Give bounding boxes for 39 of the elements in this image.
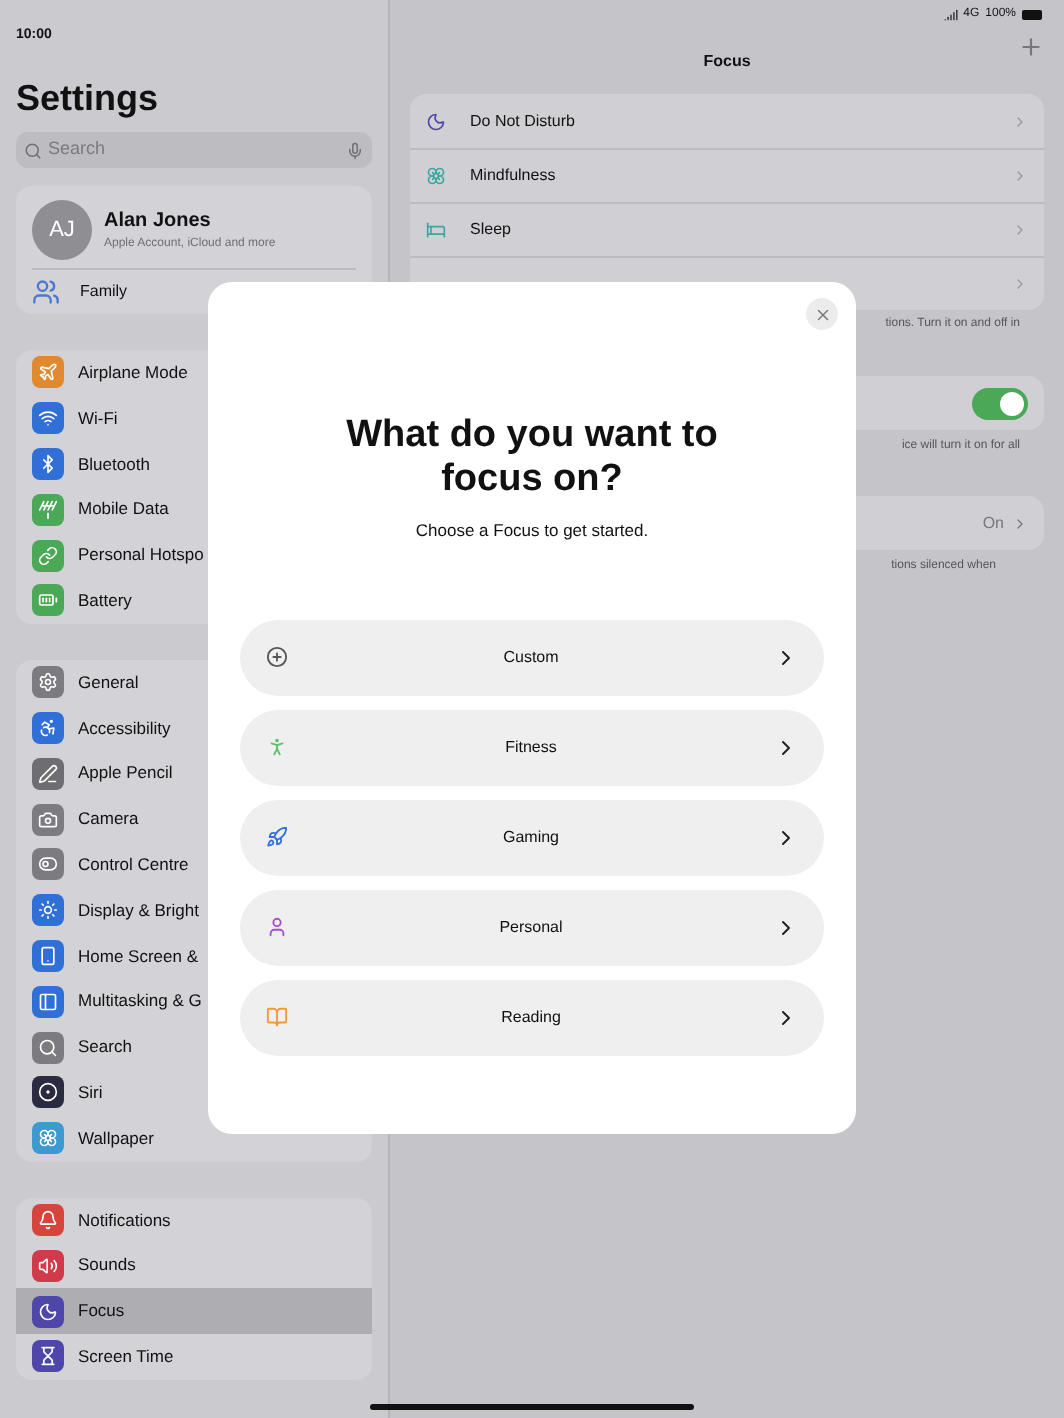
chevron-icon: [1012, 515, 1028, 531]
family-label: Family: [80, 280, 128, 304]
signal-icon: [943, 8, 958, 22]
focus-row[interactable]: Mindfulness: [410, 148, 1044, 202]
avatar: AJ: [32, 200, 92, 260]
search-field[interactable]: Search: [16, 132, 372, 168]
dialog-subtitle: Choose a Focus to get started.: [415, 518, 649, 544]
chevron-icon: [1012, 113, 1028, 129]
focus-option[interactable]: Gaming: [240, 799, 824, 876]
focus-row[interactable]: Sleep: [410, 202, 1044, 256]
add-icon[interactable]: [1018, 34, 1044, 60]
chevron-icon: [1012, 276, 1028, 292]
toggle-switch[interactable]: [972, 387, 1028, 419]
search-input[interactable]: Search: [48, 136, 340, 164]
close-icon: [813, 305, 831, 323]
sidebar-item[interactable]: Focus: [16, 1288, 372, 1334]
chevron-icon: [1012, 168, 1028, 184]
focus-option[interactable]: Custom: [240, 619, 824, 696]
sidebar-item[interactable]: Screen Time: [16, 1333, 372, 1380]
focus-option[interactable]: Fitness: [240, 709, 824, 786]
sidebar-item[interactable]: Sounds: [16, 1242, 372, 1289]
battery-icon: [1022, 10, 1042, 20]
microphone-icon: [346, 141, 364, 159]
focus-row[interactable]: Do Not Disturb: [410, 94, 1044, 148]
family-icon: [32, 278, 60, 306]
close-button[interactable]: [806, 298, 838, 330]
focus-option[interactable]: Reading: [240, 979, 824, 1056]
search-icon: [24, 141, 42, 159]
account-name: Alan Jones: [104, 208, 213, 236]
sidebar-item[interactable]: Battery: [16, 577, 372, 624]
chevron-icon: [1012, 222, 1028, 238]
sidebar-item[interactable]: Notifications: [16, 1197, 372, 1243]
sidebar-item[interactable]: Siri: [16, 1069, 372, 1116]
focus-option[interactable]: Personal: [240, 889, 824, 966]
sidebar-title: Settings: [16, 76, 161, 122]
sidebar-item[interactable]: Airplane Mode: [16, 350, 372, 396]
sidebar-item[interactable]: Personal Hotspo: [16, 532, 372, 578]
sidebar-item[interactable]: Wallpaper: [16, 1115, 372, 1162]
detail-title: Focus: [703, 50, 751, 74]
